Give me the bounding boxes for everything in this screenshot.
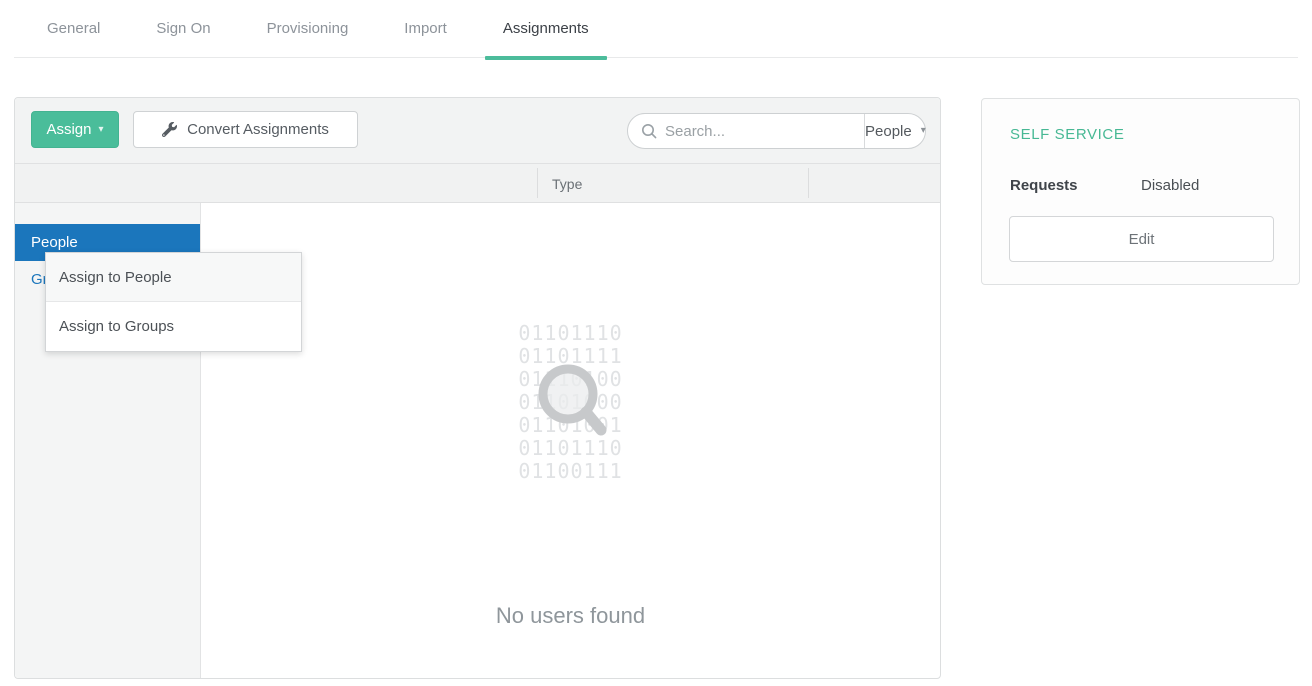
search-segment — [628, 114, 865, 148]
column-divider — [537, 168, 538, 198]
magnifier-icon — [522, 350, 618, 446]
tab-general[interactable]: General — [29, 0, 118, 58]
tab-assignments[interactable]: Assignments — [485, 0, 607, 58]
search-group: People ▾ — [627, 113, 926, 149]
convert-assignments-label: Convert Assignments — [187, 121, 329, 138]
wrench-icon — [162, 122, 177, 137]
search-input[interactable] — [665, 123, 864, 140]
self-service-title: SELF SERVICE — [1010, 126, 1124, 143]
assign-button[interactable]: Assign ▾ — [31, 111, 119, 148]
chevron-down-icon: ▾ — [99, 125, 104, 135]
assign-dropdown-menu: Assign to People Assign to Groups — [45, 252, 302, 352]
search-scope-dropdown[interactable]: People ▾ — [865, 114, 926, 148]
assignments-table-header: Type — [15, 164, 940, 203]
tab-import[interactable]: Import — [386, 0, 465, 58]
convert-assignments-button[interactable]: Convert Assignments — [133, 111, 358, 148]
binary-row: 01100111 — [201, 460, 940, 483]
chevron-down-icon: ▾ — [921, 126, 926, 136]
self-service-panel: SELF SERVICE Requests Disabled Edit — [981, 98, 1300, 285]
requests-value: Disabled — [1141, 177, 1199, 194]
empty-state-message: No users found — [201, 603, 940, 629]
search-scope-label: People — [865, 123, 912, 140]
binary-row: 01101110 — [201, 322, 940, 345]
tab-provisioning[interactable]: Provisioning — [249, 0, 367, 58]
tab-sign-on[interactable]: Sign On — [138, 0, 228, 58]
edit-button[interactable]: Edit — [1009, 216, 1274, 262]
assignments-panel: Assign ▾ Convert Assignments People ▾ — [14, 97, 941, 679]
column-divider — [808, 168, 809, 198]
menu-item-assign-to-people[interactable]: Assign to People — [46, 253, 301, 302]
assign-button-label: Assign — [46, 121, 91, 138]
menu-item-assign-to-groups[interactable]: Assign to Groups — [46, 302, 301, 351]
requests-label: Requests — [1010, 177, 1078, 194]
column-header-type: Type — [552, 164, 582, 203]
app-tabs: General Sign On Provisioning Import Assi… — [14, 0, 1298, 58]
assignments-toolbar: Assign ▾ Convert Assignments People ▾ — [15, 98, 940, 164]
search-icon — [641, 123, 657, 139]
empty-state: 01101110 01101111 01110100 01101000 0110… — [201, 203, 940, 678]
